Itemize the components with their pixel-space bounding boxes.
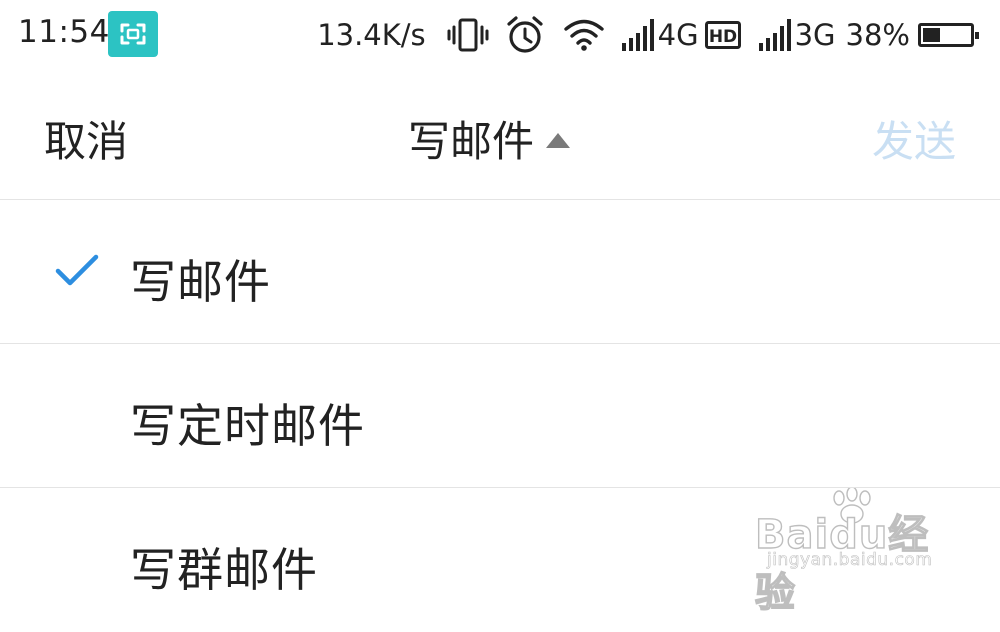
cancel-button[interactable]: 取消 bbox=[44, 108, 128, 169]
alarm-icon bbox=[504, 14, 546, 56]
status-right-group: 13.4K/s 4G HD 3G 38% bbox=[317, 12, 979, 58]
signal-icon bbox=[620, 17, 658, 53]
compose-mode-dropdown[interactable]: 写邮件 bbox=[408, 108, 571, 169]
menu-item-compose[interactable]: 写邮件 bbox=[0, 200, 1000, 344]
page-title: 写邮件 bbox=[408, 117, 535, 166]
menu-item-label: 写定时邮件 bbox=[130, 399, 365, 453]
hd-icon: HD bbox=[704, 21, 741, 49]
screenshot-icon bbox=[108, 11, 158, 57]
signal-icon bbox=[757, 17, 795, 53]
menu-item-label: 写邮件 bbox=[130, 255, 271, 309]
sim2-network: 3G bbox=[794, 18, 836, 52]
battery-level bbox=[923, 28, 940, 42]
watermark-url: jingyan.baidu.com bbox=[767, 550, 933, 571]
wifi-icon bbox=[562, 17, 606, 53]
compose-header: 取消 写邮件 发送 bbox=[0, 72, 1000, 200]
baidu-jingyan-watermark: Baidu经验 jingyan.baidu.com bbox=[754, 488, 960, 617]
menu-item-label: 写群邮件 bbox=[130, 543, 318, 597]
net-speed: 13.4K/s bbox=[317, 18, 426, 52]
checkmark-icon bbox=[54, 252, 100, 292]
vibrate-icon bbox=[446, 15, 490, 55]
battery-percent: 38% bbox=[845, 18, 910, 52]
menu-item-scheduled[interactable]: 写定时邮件 bbox=[0, 344, 1000, 488]
caret-up-icon bbox=[546, 133, 571, 148]
sim1-network: 4G bbox=[657, 18, 699, 52]
status-bar: 11:54 13.4K/s 4G HD 3G 38% bbox=[0, 0, 1000, 72]
send-button[interactable]: 发送 bbox=[872, 108, 956, 169]
hd-badge-text: HD bbox=[708, 27, 736, 47]
status-time: 11:54 bbox=[18, 14, 110, 50]
battery-icon bbox=[918, 23, 979, 47]
